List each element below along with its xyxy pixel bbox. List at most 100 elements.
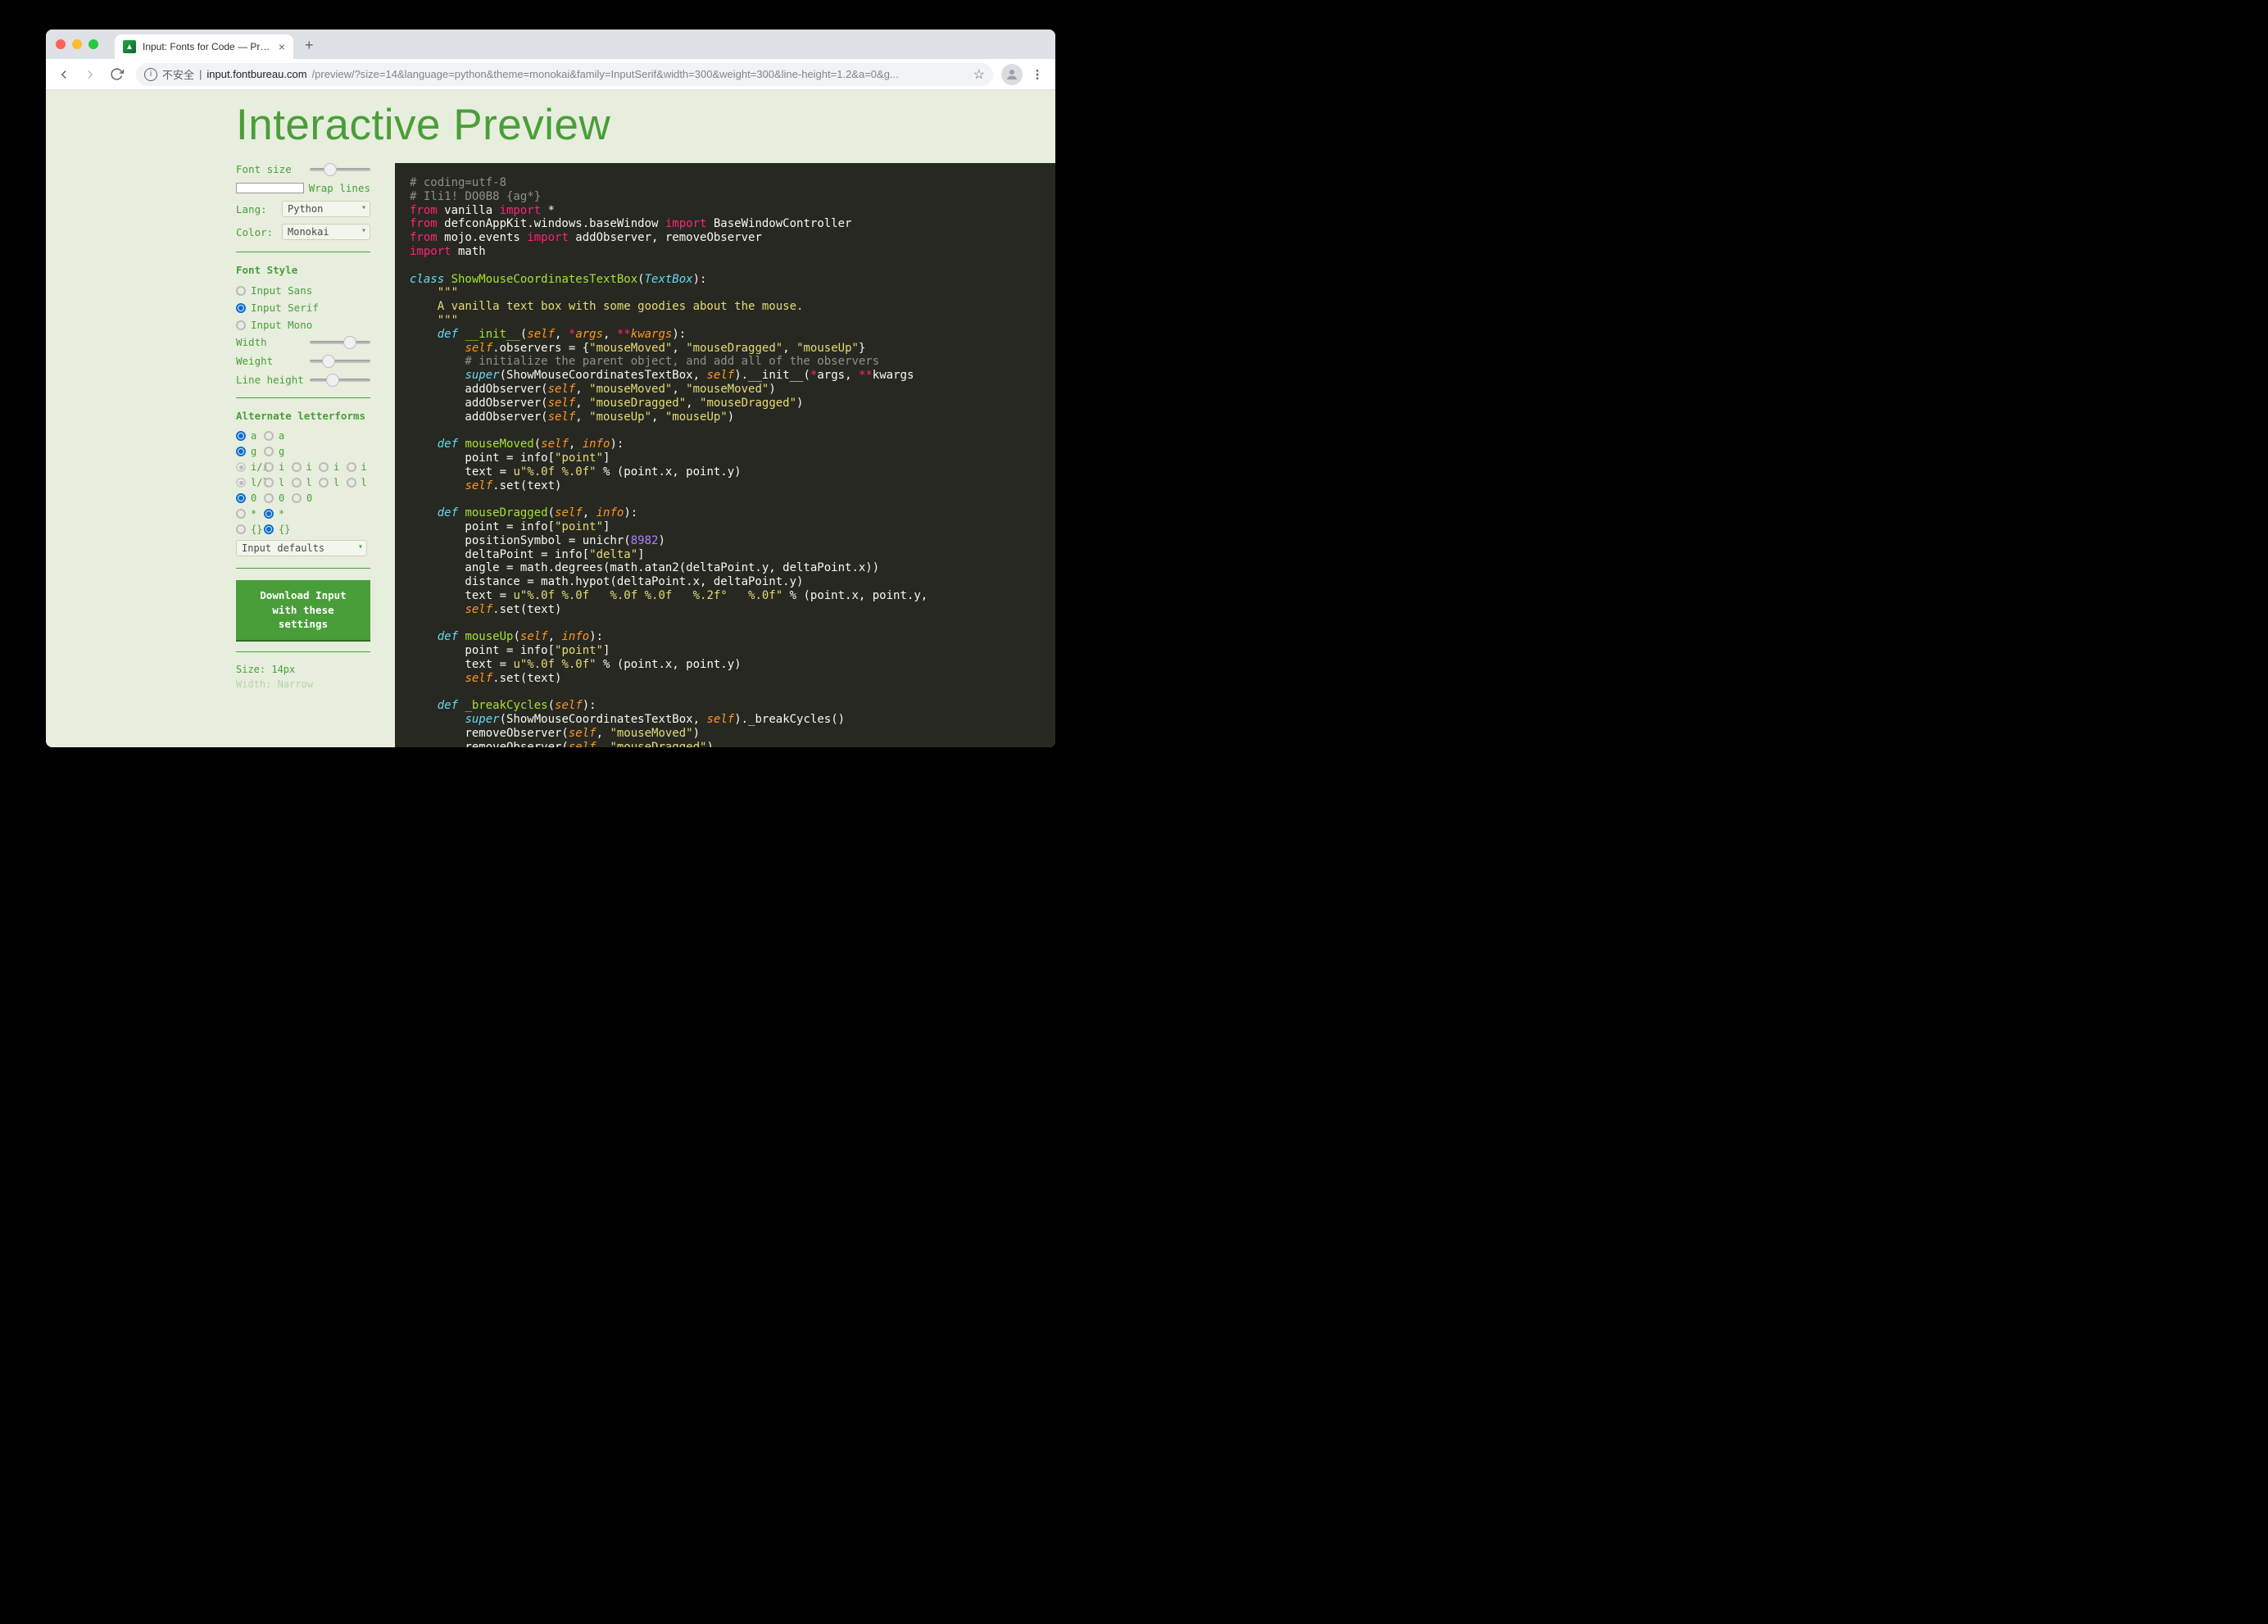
alt-option[interactable]: 0 bbox=[264, 492, 288, 504]
font-style-label: Input Sans bbox=[251, 284, 312, 297]
radio-icon[interactable] bbox=[236, 303, 246, 313]
alt-option[interactable]: a bbox=[264, 430, 288, 442]
radio-icon[interactable] bbox=[236, 478, 246, 488]
font-style-option[interactable]: Input Serif bbox=[236, 302, 370, 314]
alt-letterform-row: aa bbox=[236, 430, 370, 442]
profile-avatar[interactable] bbox=[1001, 64, 1023, 85]
radio-icon[interactable] bbox=[347, 462, 356, 472]
forward-button[interactable] bbox=[79, 63, 102, 86]
radio-icon[interactable] bbox=[236, 447, 246, 456]
alt-option[interactable]: l/l bbox=[236, 477, 261, 488]
download-line1: Download Input bbox=[260, 589, 346, 601]
lineheight-slider[interactable] bbox=[310, 379, 370, 382]
divider bbox=[236, 651, 370, 652]
insecure-label: 不安全 bbox=[162, 66, 194, 82]
radio-icon[interactable] bbox=[292, 462, 302, 472]
tab-close-icon[interactable]: × bbox=[279, 40, 285, 53]
url-host: input.fontbureau.com bbox=[206, 68, 306, 80]
site-info-icon[interactable]: i bbox=[144, 68, 157, 81]
width-label: Width bbox=[236, 336, 310, 348]
weight-slider[interactable] bbox=[310, 360, 370, 363]
alt-option[interactable]: * bbox=[236, 508, 261, 519]
sidebar: Font size Wrap lines Lang: Python Color:… bbox=[236, 163, 370, 747]
radio-icon[interactable] bbox=[264, 524, 274, 534]
wrap-lines-checkbox[interactable] bbox=[236, 183, 304, 193]
radio-icon[interactable] bbox=[236, 493, 246, 503]
alt-option[interactable]: i/i bbox=[236, 461, 261, 473]
alt-glyph: l bbox=[279, 477, 284, 488]
alt-glyph: a bbox=[251, 430, 256, 442]
code-preview: # coding=utf-8 # Ili1! DO0B8 {ag*} from … bbox=[395, 163, 1055, 747]
radio-icon[interactable] bbox=[292, 493, 302, 503]
lang-select[interactable]: Python bbox=[282, 201, 370, 217]
font-size-label: Font size bbox=[236, 163, 310, 175]
alt-glyph: l bbox=[333, 477, 339, 488]
page-viewport[interactable]: Interactive Preview Font size Wrap lines… bbox=[46, 90, 1055, 747]
radio-icon[interactable] bbox=[236, 431, 246, 441]
font-style-option[interactable]: Input Mono bbox=[236, 319, 370, 331]
address-bar[interactable]: i 不安全 | input.fontbureau.com/preview/?si… bbox=[136, 63, 993, 86]
browser-tab[interactable]: ▲ Input: Fonts for Code — Previe × bbox=[115, 34, 293, 59]
radio-icon[interactable] bbox=[292, 478, 302, 488]
alt-option[interactable]: g bbox=[264, 446, 288, 457]
radio-icon[interactable] bbox=[264, 462, 274, 472]
alt-option[interactable]: i bbox=[319, 461, 343, 473]
radio-icon[interactable] bbox=[264, 447, 274, 456]
alt-glyph: * bbox=[251, 508, 256, 519]
alt-glyph: g bbox=[279, 446, 284, 457]
radio-icon[interactable] bbox=[236, 286, 246, 296]
alt-option[interactable]: a bbox=[236, 430, 261, 442]
radio-icon[interactable] bbox=[319, 462, 329, 472]
alt-option[interactable]: i bbox=[264, 461, 288, 473]
tab-title: Input: Fonts for Code — Previe bbox=[143, 41, 272, 52]
maximize-window-button[interactable] bbox=[88, 39, 98, 49]
alt-glyph: a bbox=[279, 430, 284, 442]
new-tab-button[interactable]: + bbox=[305, 37, 314, 54]
alt-glyph: 0 bbox=[251, 492, 256, 504]
radio-icon[interactable] bbox=[264, 431, 274, 441]
alt-option[interactable]: 0 bbox=[292, 492, 316, 504]
radio-icon[interactable] bbox=[319, 478, 329, 488]
radio-icon[interactable] bbox=[236, 320, 246, 330]
close-window-button[interactable] bbox=[56, 39, 66, 49]
minimize-window-button[interactable] bbox=[72, 39, 82, 49]
radio-icon[interactable] bbox=[347, 478, 356, 488]
radio-icon[interactable] bbox=[264, 493, 274, 503]
radio-icon[interactable] bbox=[236, 462, 246, 472]
radio-icon[interactable] bbox=[236, 524, 246, 534]
font-style-label: Input Mono bbox=[251, 319, 312, 331]
alt-option[interactable]: i bbox=[347, 461, 371, 473]
radio-icon[interactable] bbox=[236, 509, 246, 519]
summary-size: Size: 14px bbox=[236, 664, 370, 675]
alt-glyph: i bbox=[306, 461, 312, 473]
color-select[interactable]: Monokai bbox=[282, 224, 370, 240]
divider bbox=[236, 568, 370, 569]
alt-letterform-row: {}{} bbox=[236, 524, 370, 535]
alt-option[interactable]: l bbox=[347, 477, 371, 488]
back-button[interactable] bbox=[52, 63, 75, 86]
bookmark-star-icon[interactable]: ☆ bbox=[973, 66, 985, 83]
reload-button[interactable] bbox=[105, 63, 128, 86]
radio-icon[interactable] bbox=[264, 478, 274, 488]
alt-heading: Alternate letterforms bbox=[236, 410, 370, 422]
titlebar: ▲ Input: Fonts for Code — Previe × + bbox=[46, 29, 1055, 59]
font-style-heading: Font Style bbox=[236, 264, 370, 276]
font-size-slider[interactable] bbox=[310, 168, 370, 171]
alt-option[interactable]: l bbox=[292, 477, 316, 488]
width-slider[interactable] bbox=[310, 341, 370, 344]
alt-option[interactable]: {} bbox=[264, 524, 288, 535]
alt-glyph: 0 bbox=[279, 492, 284, 504]
alt-option[interactable]: g bbox=[236, 446, 261, 457]
font-style-option[interactable]: Input Sans bbox=[236, 284, 370, 297]
radio-icon[interactable] bbox=[264, 509, 274, 519]
download-button[interactable]: Download Input with these settings bbox=[236, 580, 370, 640]
alt-letterform-row: i/iiiii bbox=[236, 461, 370, 473]
menu-button[interactable] bbox=[1026, 63, 1049, 86]
alt-option[interactable]: 0 bbox=[236, 492, 261, 504]
alt-option[interactable]: i bbox=[292, 461, 316, 473]
defaults-select[interactable]: Input defaults bbox=[236, 540, 367, 556]
alt-option[interactable]: {} bbox=[236, 524, 261, 535]
alt-option[interactable]: l bbox=[319, 477, 343, 488]
alt-option[interactable]: * bbox=[264, 508, 288, 519]
alt-option[interactable]: l bbox=[264, 477, 288, 488]
